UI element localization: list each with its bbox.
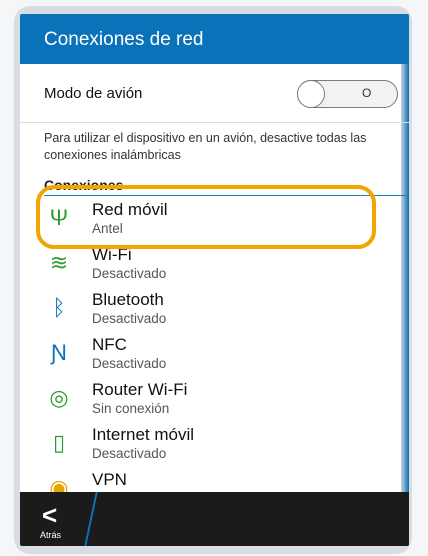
connection-name: Router Wi-Fi — [92, 380, 188, 399]
connection-status: Sin conexión — [92, 401, 170, 416]
bottom-bar: < Atrás — [20, 492, 409, 546]
toggle-knob[interactable] — [297, 80, 325, 108]
connection-name: Bluetooth — [92, 290, 164, 309]
airplane-mode-toggle[interactable]: O — [297, 80, 398, 108]
device-screen: Conexiones de red Modo de avión O Para u… — [20, 14, 409, 546]
page-title: Conexiones de red — [44, 29, 204, 50]
connection-name: NFC — [92, 335, 127, 354]
toggle-off-indicator: O — [362, 86, 372, 100]
back-label: Atrás — [40, 530, 62, 540]
connection-status: Desactivado — [92, 266, 167, 281]
airplane-mode-row: Modo de avión O — [20, 64, 409, 123]
airplane-note: Para utilizar el dispositivo en un avión… — [44, 131, 367, 162]
highlight-box — [36, 185, 376, 249]
connection-status: Desactivado — [92, 311, 167, 326]
connection-status: Desactivado — [92, 446, 167, 461]
back-button[interactable]: < Atrás — [20, 492, 90, 546]
connection-item[interactable]: ᛒ Bluetooth Desactivado — [20, 285, 409, 330]
wifi-icon: ≋ — [49, 250, 69, 275]
back-arrow-icon: < — [42, 500, 58, 530]
nfc-icon: Ɲ — [51, 340, 67, 365]
connection-status: Desactivado — [92, 356, 167, 371]
bluetooth-icon: ᛒ — [52, 295, 66, 320]
airplane-mode-label: Modo de avión — [44, 85, 143, 102]
hotspot-icon: ◎ — [49, 385, 69, 410]
connection-item[interactable]: ◎ Router Wi-Fi Sin conexión — [20, 375, 409, 420]
tethering-icon: ▯ — [52, 430, 66, 455]
title-bar: Conexiones de red — [20, 14, 409, 64]
connection-item[interactable]: ▯ Internet móvil Desactivado — [20, 420, 409, 465]
connection-name: VPN — [92, 470, 127, 489]
connection-name: Internet móvil — [92, 425, 195, 444]
connection-item[interactable]: Ɲ NFC Desactivado — [20, 330, 409, 375]
